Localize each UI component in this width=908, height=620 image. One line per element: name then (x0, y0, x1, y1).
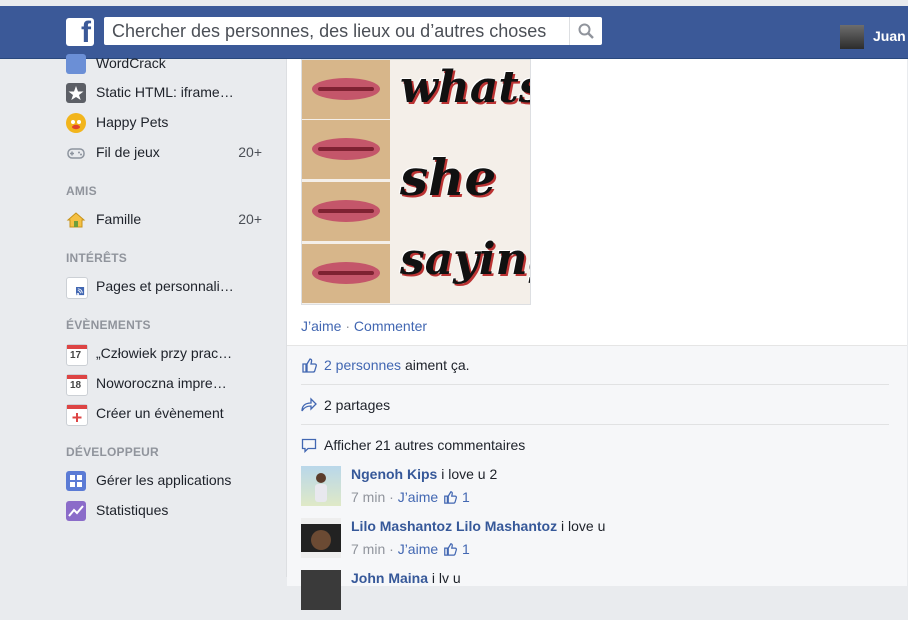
image-word: saying (400, 234, 530, 285)
shares-link[interactable]: 2 partages (324, 397, 390, 413)
gamepad-icon (66, 143, 86, 163)
comment: Ngenoh Kips i love u 2 7 min · J’aime 1 (301, 466, 889, 516)
sidebar-item-label: Créer un évènement (96, 405, 224, 421)
section-header-developpeur: DÉVELOPPEUR (66, 445, 159, 459)
comment-text: i lv u (428, 570, 461, 586)
search-button[interactable] (569, 17, 602, 45)
rss-icon (66, 277, 88, 299)
like-link[interactable]: J’aime (301, 318, 341, 334)
sidebar-item-label: Fil de jeux (96, 144, 160, 160)
sidebar-item-label: „Człowiek przy prac… (96, 345, 233, 361)
comment-author[interactable]: Ngenoh Kips (351, 466, 437, 482)
likers-link[interactable]: 2 personnes (324, 357, 401, 373)
sidebar-item-wordcrack[interactable]: WordCrack (66, 52, 266, 76)
sidebar-item-label: Noworoczna impre… (96, 375, 227, 391)
calendar-icon: 18 (66, 374, 88, 396)
search-box (104, 17, 602, 45)
calendar-day: 17 (70, 350, 82, 361)
sidebar-item-event-2[interactable]: 18 Noworoczna impre… (66, 372, 266, 396)
likes-text: aiment ça. (401, 357, 470, 373)
comment-author[interactable]: John Maina (351, 570, 428, 586)
star-icon (66, 83, 86, 103)
thumbs-up-icon (444, 491, 458, 504)
comment-bubble-icon (301, 438, 317, 453)
sidebar-item-label: WordCrack (96, 55, 166, 71)
shares-row: 2 partages (301, 386, 889, 425)
search-icon (578, 23, 594, 39)
sidebar-item-event-1[interactable]: 17 „Człowiek przy prac… (66, 342, 266, 366)
comment-like-count[interactable]: 1 (462, 489, 470, 505)
separator: · (389, 541, 394, 557)
calendar-icon: 17 (66, 344, 88, 366)
comment-text: i love u 2 (437, 466, 498, 482)
lips-image (302, 182, 390, 241)
comment: John Maina i lv u (301, 570, 889, 620)
sidebar-item-label: Happy Pets (96, 114, 169, 130)
image-word: whats (400, 62, 531, 113)
count-badge: 20+ (238, 211, 262, 227)
comment-link[interactable]: Commenter (354, 318, 427, 334)
search-input[interactable] (112, 20, 562, 42)
lips-image (302, 244, 390, 303)
news-feed-post: whats she saying J’aime · Commenter 2 pe… (286, 59, 907, 610)
avatar[interactable] (301, 518, 341, 558)
comment-text: i love u (557, 518, 606, 534)
share-arrow-icon (301, 397, 317, 412)
sidebar-item-statistics[interactable]: Statistiques (66, 499, 266, 523)
section-header-evenements: ÉVÈNEMENTS (66, 318, 151, 332)
logo-letter: f (81, 16, 91, 49)
sidebar-item-happy-pets[interactable]: Happy Pets (66, 111, 266, 135)
add-calendar-icon (66, 404, 88, 426)
more-comments-row: Afficher 21 autres commentaires (301, 426, 889, 464)
sidebar-item-label: Famille (96, 211, 142, 227)
feedback-section: 2 personnes aiment ça. 2 partages Affich… (287, 345, 907, 610)
comment: Lilo Mashantoz Lilo Mashantoz i love u 7… (301, 518, 889, 568)
section-header-interets: INTÉRÊTS (66, 251, 127, 265)
sidebar-item-fil-de-jeux[interactable]: Fil de jeux 20+ (66, 141, 266, 165)
facebook-logo[interactable]: f (66, 16, 94, 49)
happy-pets-icon (66, 113, 86, 133)
avatar (840, 25, 864, 49)
view-more-comments-link[interactable]: Afficher 21 autres commentaires (324, 437, 525, 453)
comment-like-link[interactable]: J’aime (398, 541, 438, 557)
sidebar-item-label: Gérer les applications (96, 472, 232, 488)
avatar[interactable] (301, 570, 341, 610)
sidebar-item-static-html[interactable]: Static HTML: iframe… (66, 81, 266, 105)
sidebar-item-label: Static HTML: iframe… (96, 84, 234, 100)
chart-icon (66, 501, 86, 521)
wordcrack-icon (66, 54, 86, 74)
lips-image (302, 120, 390, 179)
section-header-amis: AMIS (66, 184, 97, 198)
post-actions: J’aime · Commenter (301, 318, 427, 334)
profile-name: Juan (873, 28, 906, 44)
sidebar-item-famille[interactable]: Famille 20+ (66, 208, 266, 232)
comment-like-count[interactable]: 1 (462, 541, 470, 557)
comment-like-link[interactable]: J’aime (398, 489, 438, 505)
sidebar-item-manage-apps[interactable]: Gérer les applications (66, 469, 266, 493)
thumbs-up-icon (444, 543, 458, 556)
house-icon (66, 210, 86, 230)
count-badge: 20+ (238, 144, 262, 160)
lips-image (302, 60, 390, 119)
left-sidebar: WordCrack Static HTML: iframe… Happy Pet… (0, 54, 285, 577)
post-image[interactable]: whats she saying (301, 59, 531, 305)
calendar-day: 18 (70, 380, 82, 391)
thumbs-up-icon (302, 358, 317, 373)
sidebar-item-create-event[interactable]: Créer un évènement (66, 402, 266, 426)
comment-author[interactable]: Lilo Mashantoz Lilo Mashantoz (351, 518, 557, 534)
sidebar-item-label: Statistiques (96, 502, 169, 518)
image-word: she (400, 148, 497, 207)
separator: · (389, 489, 394, 505)
apps-icon (66, 471, 86, 491)
sidebar-item-pages[interactable]: Pages et personnali… (66, 275, 266, 299)
avatar[interactable] (301, 466, 341, 506)
comment-time[interactable]: 7 min (351, 541, 385, 557)
separator: · (345, 318, 351, 334)
likes-row: 2 personnes aiment ça. (301, 346, 889, 385)
sidebar-item-label: Pages et personnali… (96, 278, 234, 294)
comment-time[interactable]: 7 min (351, 489, 385, 505)
